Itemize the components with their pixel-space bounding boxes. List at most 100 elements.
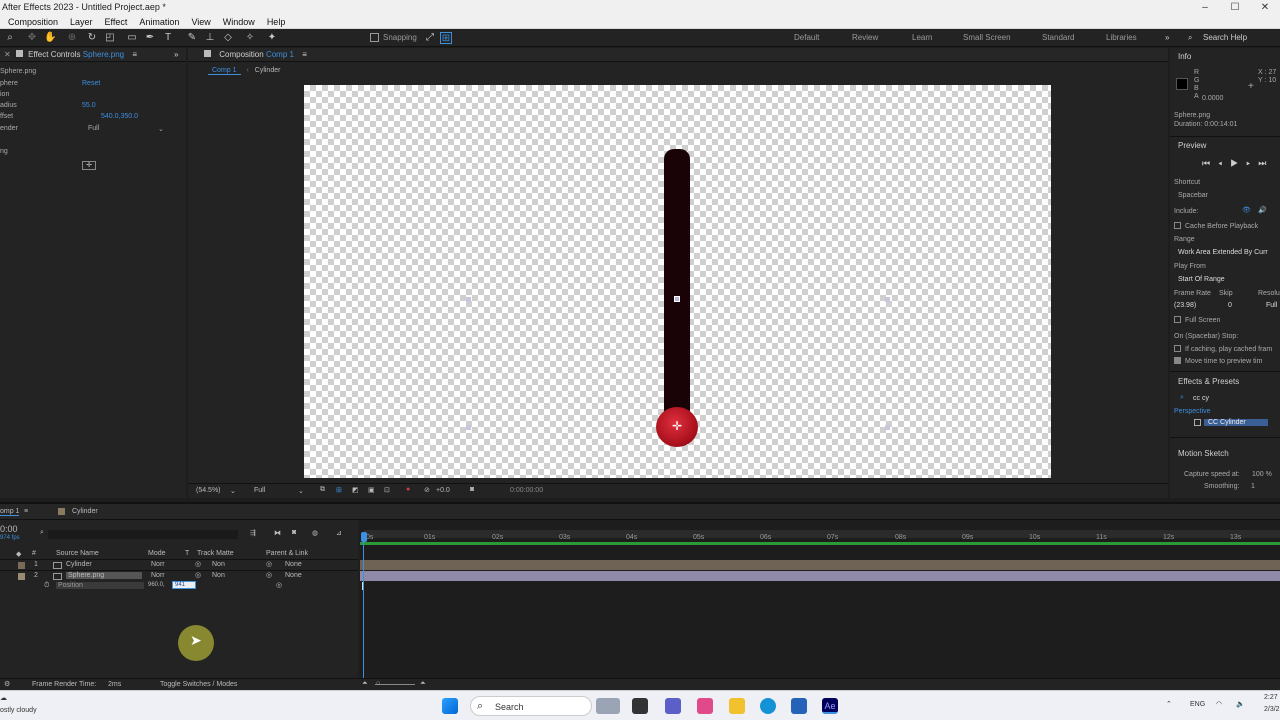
layer-label-color[interactable] (18, 562, 25, 569)
type-tool-icon[interactable]: T (162, 32, 174, 44)
menu-help[interactable]: Help (267, 15, 286, 28)
layer-matte[interactable]: Non (212, 561, 225, 568)
weather-text[interactable]: ostly cloudy (0, 707, 37, 714)
snap-grid-icon[interactable]: ⊞ (440, 32, 452, 44)
timeline-tab-comp1[interactable]: omp 1 (0, 508, 20, 516)
full-screen-checkbox[interactable] (1174, 316, 1181, 323)
layer-bar-sphere[interactable] (360, 571, 1280, 581)
composition-canvas[interactable]: ✛ (304, 85, 1051, 478)
move-time-checkbox[interactable] (1174, 357, 1181, 364)
comp-flowchart-icon[interactable]: ⇶ (250, 529, 256, 537)
resolution-dropdown[interactable]: Full (254, 487, 265, 494)
workspace-learn[interactable]: Learn (912, 33, 932, 42)
full-screen[interactable]: Full Screen (1174, 316, 1220, 324)
anchor-point-handle[interactable] (674, 296, 680, 302)
menu-animation[interactable]: Animation (139, 15, 179, 28)
panel-expand-icon[interactable]: » (174, 48, 178, 62)
workspace-overflow-button[interactable]: » (1165, 33, 1169, 42)
track-matte-header[interactable]: Track Matte (197, 550, 234, 557)
radius-value[interactable]: 55.0 (82, 102, 96, 109)
minimize-button[interactable]: – (1190, 0, 1220, 15)
region-of-interest-icon[interactable]: ⧉ (320, 486, 325, 494)
layer-name[interactable]: Sphere.png (66, 572, 142, 579)
tray-overflow-icon[interactable]: ⌃ (1166, 700, 1172, 708)
sphere-offset-crosshair-icon[interactable]: ✛ (670, 419, 684, 433)
pick-whip-icon[interactable]: ◎ (266, 571, 272, 579)
transparency-grid-icon[interactable]: ⊞ (336, 486, 342, 494)
track-matte-icon[interactable]: ◎ (195, 560, 201, 568)
pen-tool-icon[interactable]: ✒ (144, 32, 156, 44)
menu-effect[interactable]: Effect (105, 15, 128, 28)
chevron-down-icon[interactable]: ⌄ (298, 487, 304, 495)
clone-stamp-tool-icon[interactable]: ⊥ (204, 32, 216, 44)
rotate-tool-icon[interactable]: ↻ (86, 32, 98, 44)
layer-row-2[interactable]: 2 Sphere.png Norr ◎ Non ◎ None (0, 570, 358, 581)
position-property-row[interactable]: ⏱ Position 960.0, 941 ◎ (0, 581, 358, 592)
last-frame-icon[interactable]: ⏭ (1258, 158, 1274, 168)
layer-search-icon[interactable]: ⌕ (40, 529, 44, 537)
shortcut-dropdown[interactable]: Spacebar (1178, 192, 1208, 199)
include-video-icon[interactable]: 👁 (1242, 206, 1251, 214)
offset-crosshair-icon[interactable]: ✛ (82, 161, 96, 170)
layer-handle[interactable] (885, 425, 890, 430)
after-effects-icon[interactable]: Ae (822, 698, 838, 714)
zoom-tool-icon[interactable]: ⊕ (66, 32, 78, 44)
viewer-timecode[interactable]: 0:00:00:00 (510, 487, 543, 494)
timeline-tab-cylinder[interactable]: Cylinder (72, 508, 98, 515)
chevron-down-icon[interactable]: ⌄ (230, 487, 236, 495)
puppet-pin-tool-icon[interactable]: ✦ (266, 32, 278, 44)
skip-dropdown[interactable]: 0 (1228, 302, 1232, 309)
channel-icon[interactable]: ● (406, 486, 410, 493)
mask-visibility-icon[interactable]: ◩ (352, 486, 359, 494)
render-dropdown[interactable]: Full (88, 125, 99, 132)
position-y-input[interactable]: 941 (172, 581, 196, 589)
resolution-dropdown-preview[interactable]: Full (1266, 302, 1277, 309)
effect-controls-layer[interactable]: Sphere.png (83, 50, 124, 59)
zoom-out-icon[interactable]: ⏶ (362, 680, 368, 688)
draft-3d-icon[interactable]: ⧓ (274, 529, 281, 537)
pick-whip-icon[interactable]: ◎ (266, 560, 272, 568)
zoom-slider-handle[interactable]: ○ (376, 680, 380, 687)
snapping-checkbox[interactable] (370, 33, 379, 42)
menu-composition[interactable]: Composition (8, 15, 58, 28)
playhead[interactable] (361, 532, 367, 542)
layer-row-1[interactable]: 1 Cylinder Norr ◎ Non ◎ None (0, 559, 358, 570)
clock-date[interactable]: 2/3/2 (1264, 706, 1280, 713)
brush-tool-icon[interactable]: ✎ (186, 32, 198, 44)
search-help-icon[interactable]: ⌕ (1188, 33, 1192, 43)
widgets-icon[interactable] (596, 698, 620, 714)
camera-tool-icon[interactable]: ◰ (104, 32, 116, 44)
task-view-icon[interactable] (632, 698, 648, 714)
effect-controls-tab[interactable]: ✕ Effect Controls Sphere.png ≡ » (0, 48, 186, 62)
pick-whip-icon[interactable]: ◎ (276, 581, 282, 589)
maximize-button[interactable]: ☐ (1220, 0, 1250, 15)
language-indicator[interactable]: ENG (1190, 701, 1205, 708)
perspective-category[interactable]: Perspective (1174, 408, 1211, 415)
edge-icon[interactable] (760, 698, 776, 714)
layer-bar-cylinder[interactable] (360, 560, 1280, 570)
guides-icon[interactable]: ▣ (368, 486, 375, 494)
close-tab-icon[interactable]: ✕ (4, 50, 11, 59)
shy-layers-icon[interactable]: ◙ (292, 529, 296, 536)
reset-exposure-icon[interactable]: ⊘ (424, 486, 430, 494)
workspace-standard[interactable]: Standard (1042, 33, 1074, 42)
zoom-slider[interactable] (375, 684, 415, 685)
selection-tool-icon[interactable]: ✥ (26, 32, 38, 44)
roto-brush-tool-icon[interactable]: ✧ (244, 32, 256, 44)
close-button[interactable]: ✕ (1250, 0, 1280, 15)
layer-label-color[interactable] (18, 573, 25, 580)
chevron-down-icon[interactable]: ⌄ (158, 125, 164, 133)
workspace-libraries[interactable]: Libraries (1106, 33, 1137, 42)
play-icon[interactable]: ▶ (1230, 158, 1246, 168)
offset-value[interactable]: 540.0,350.0 (101, 113, 138, 120)
zoom-dropdown[interactable]: (54.5%) (196, 487, 221, 494)
copilot-icon[interactable] (697, 698, 713, 714)
effects-search-input[interactable]: cc cy (1193, 395, 1209, 402)
teams-icon[interactable] (665, 698, 681, 714)
cache-checkbox[interactable] (1174, 222, 1181, 229)
weather-icon[interactable]: ☁ (0, 694, 7, 702)
exposure-value[interactable]: +0.0 (436, 487, 450, 494)
first-frame-icon[interactable]: ⏮ (1202, 158, 1218, 168)
panel-menu-icon[interactable]: ≡ (132, 50, 137, 59)
layer-handle[interactable] (466, 425, 471, 430)
